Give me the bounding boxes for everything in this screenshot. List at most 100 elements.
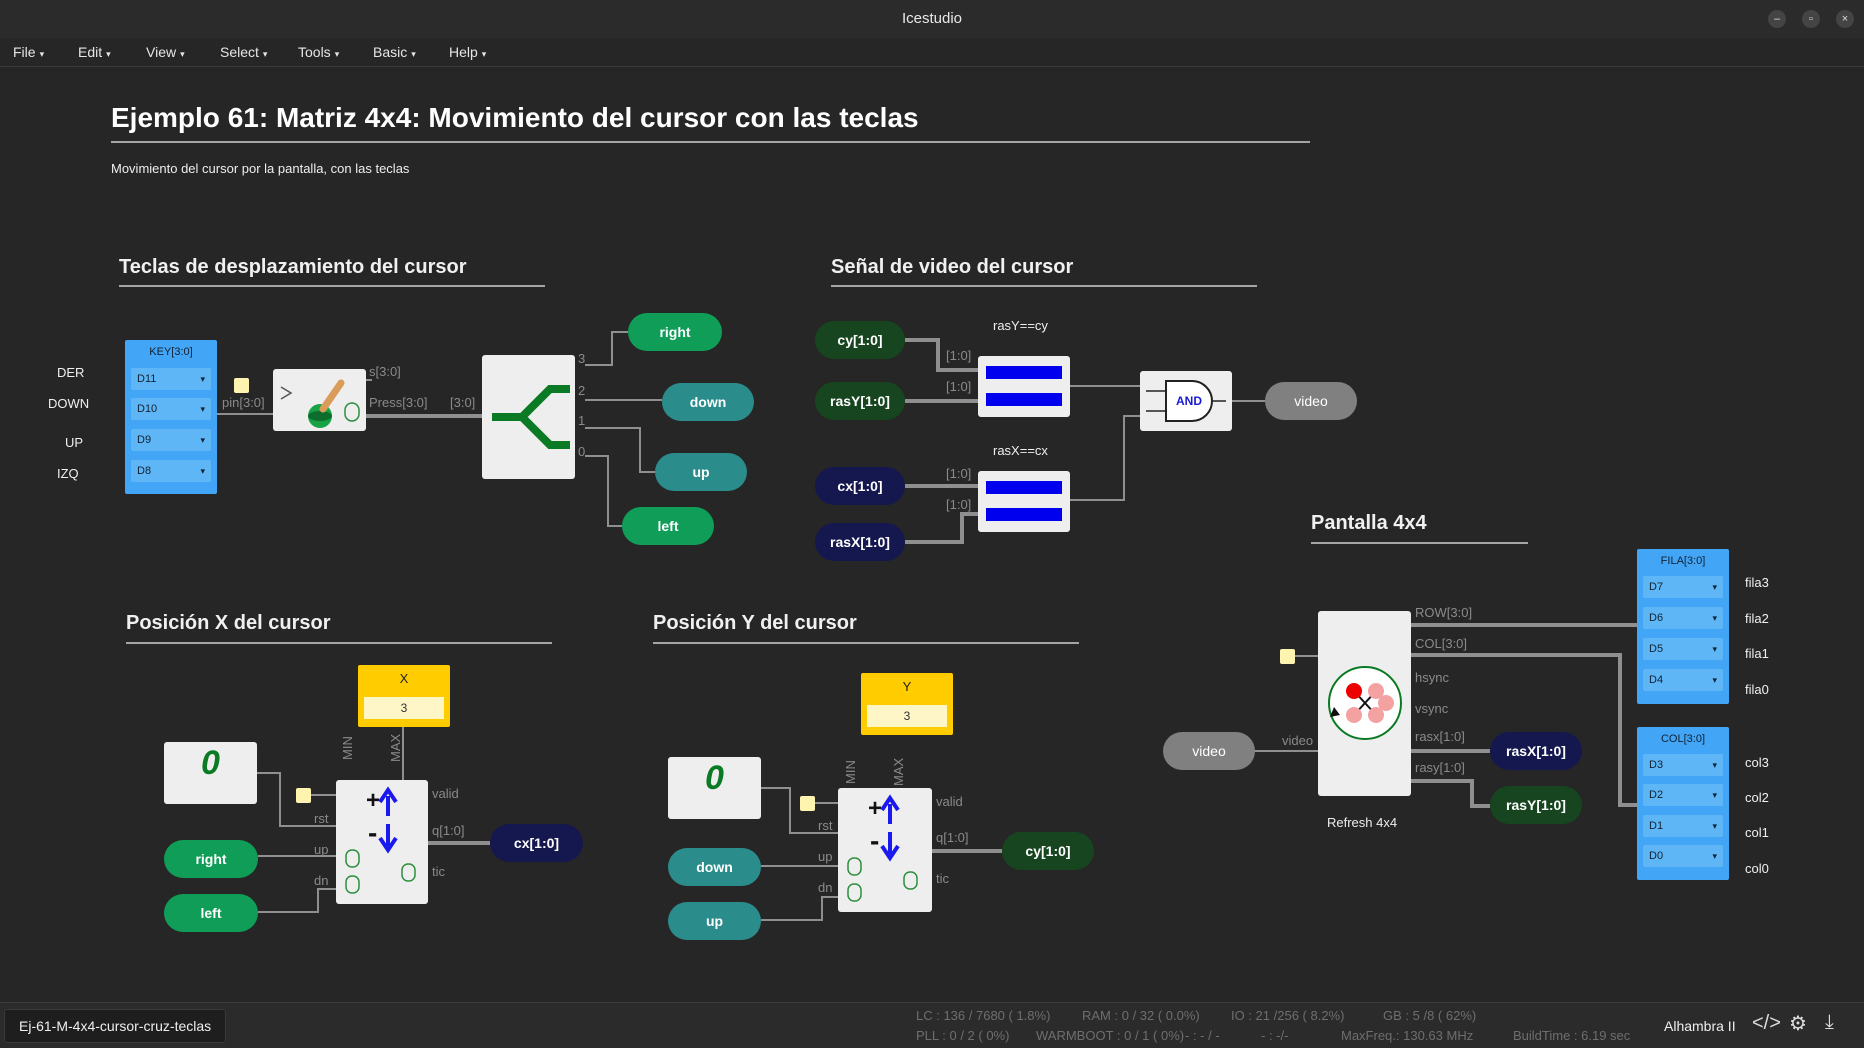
port-hsync: hsync — [1415, 670, 1449, 685]
label-down[interactable]: down — [662, 383, 754, 421]
constant-x-value[interactable]: 3 — [364, 697, 444, 719]
wire-label-split-in: [3:0] — [450, 395, 476, 410]
gear-icon[interactable]: ⚙ — [1789, 1011, 1807, 1036]
page-description: Movimiento del cursor por la pantalla, c… — [111, 161, 410, 176]
label-right-x[interactable]: right — [164, 840, 258, 878]
pin-select-col3[interactable]: D3 ▾ — [1643, 754, 1723, 776]
file-tab[interactable]: Ej-61-M-4x4-cursor-cruz-teclas — [4, 1009, 227, 1043]
key-label-der: DER — [57, 365, 85, 380]
pin-select-col0[interactable]: D0 ▾ — [1643, 845, 1723, 867]
page-title: Ejemplo 61: Matriz 4x4: Movimiento del c… — [111, 102, 919, 133]
label-rasX-out[interactable]: rasX[1:0] — [1490, 732, 1582, 770]
section-title-keys: Teclas de desplazamiento del cursor — [119, 256, 467, 278]
pin-select-fila1[interactable]: D5 ▾ — [1643, 638, 1723, 660]
label-cy-out[interactable]: cy[1:0] — [1002, 832, 1094, 870]
pin-select-der[interactable]: D11 ▾ — [131, 368, 211, 390]
port-valid-y: valid — [936, 794, 963, 809]
svg-text:+: + — [366, 787, 380, 814]
bus-label-3: [1:0] — [946, 466, 972, 481]
fila3-label: fila3 — [1745, 575, 1769, 590]
col3-label: col3 — [1745, 755, 1769, 770]
clock-input-x[interactable] — [296, 788, 311, 803]
port-min-y: MIN — [843, 760, 858, 784]
pin-select-col2[interactable]: D2 ▾ — [1643, 784, 1723, 806]
upload-icon[interactable]: ⤓ — [1825, 1011, 1834, 1034]
refresh-block[interactable] — [1318, 611, 1411, 796]
pin-select-down[interactable]: D10 ▾ — [131, 398, 211, 420]
port-rst-x: rst — [314, 811, 329, 826]
constant-y[interactable]: Y 3 — [861, 673, 953, 735]
pin-select-izq[interactable]: D8 ▾ — [131, 460, 211, 482]
constant-x[interactable]: X 3 — [358, 665, 450, 727]
label-cx[interactable]: cx[1:0] — [815, 467, 905, 505]
port-max-y: MAX — [891, 757, 906, 786]
col-output-block[interactable]: COL[3:0] D3 ▾ D2 ▾ D1 ▾ D0 ▾ — [1637, 727, 1729, 880]
zero-constant-y[interactable]: 0 — [668, 757, 761, 819]
cmp-y-label: rasY==cy — [993, 318, 1048, 333]
splitter-icon — [492, 385, 570, 449]
label-cy[interactable]: cy[1:0] — [815, 321, 905, 359]
pin-select-fila3[interactable]: D7 ▾ — [1643, 576, 1723, 598]
zero-constant-x[interactable]: 0 — [164, 742, 257, 804]
key-input-title: KEY[3:0] — [149, 346, 193, 358]
constant-y-value[interactable]: 3 — [867, 705, 947, 727]
matrix-refresh-icon — [1328, 666, 1402, 740]
clock-input-screen[interactable] — [1280, 649, 1295, 664]
section-title-video: Señal de video del cursor — [831, 256, 1074, 278]
equal-icon-bottom — [986, 508, 1062, 521]
code-icon[interactable]: </> — [1752, 1012, 1781, 1035]
col1-label: col1 — [1745, 825, 1769, 840]
label-left[interactable]: left — [622, 507, 714, 545]
fila1-label: fila1 — [1745, 646, 1769, 661]
stat-dash1: - : - / - — [1185, 1028, 1220, 1043]
key-label-up: UP — [65, 435, 84, 450]
key-label-izq: IZQ — [57, 466, 79, 481]
port-dn-y: dn — [818, 880, 833, 895]
label-up-y[interactable]: up — [668, 902, 761, 940]
board-selector[interactable]: Alhambra II — [1664, 1018, 1736, 1034]
compare-y-block[interactable] — [978, 356, 1070, 417]
refresh-caption: Refresh 4x4 — [1327, 815, 1398, 830]
port-q-y: q[1:0] — [936, 830, 969, 845]
pin-select-up[interactable]: D9 ▾ — [131, 429, 211, 451]
split-out-0: 0 — [578, 444, 586, 459]
svg-text:-: - — [870, 825, 879, 856]
svg-text:-: - — [368, 817, 377, 848]
label-rasY[interactable]: rasY[1:0] — [815, 382, 905, 420]
clock-input-y[interactable] — [800, 796, 815, 811]
pin-select-fila0[interactable]: D4 ▾ — [1643, 669, 1723, 691]
equal-icon-top — [986, 366, 1062, 379]
and-gate-block[interactable]: AND — [1140, 371, 1232, 431]
stat-dash2: - : -/- — [1261, 1028, 1289, 1043]
bus-label-2: [1:0] — [946, 379, 972, 394]
split-out-2: 2 — [578, 383, 586, 398]
label-rasY-out[interactable]: rasY[1:0] — [1490, 786, 1582, 824]
counter-x-block[interactable]: + - — [336, 780, 428, 904]
key-input-block[interactable]: KEY[3:0] D11 ▾ D10 ▾ D9 ▾ D8 ▾ — [125, 340, 217, 494]
label-video-in[interactable]: video — [1163, 732, 1255, 770]
label-right[interactable]: right — [628, 313, 722, 351]
button-block[interactable] — [273, 369, 366, 431]
port-vsync: vsync — [1415, 701, 1449, 716]
stat-gb: GB : 5 /8 ( 62%) — [1383, 1008, 1477, 1023]
compare-x-block[interactable] — [978, 471, 1070, 532]
clock-input[interactable] — [234, 378, 249, 393]
counter-y-block[interactable]: + - — [838, 788, 932, 912]
label-video[interactable]: video — [1265, 382, 1357, 420]
zero-icon: 0 — [201, 744, 220, 782]
pin-select-col1[interactable]: D1 ▾ — [1643, 815, 1723, 837]
label-down-y[interactable]: down — [668, 848, 761, 886]
button-press-icon — [280, 379, 360, 428]
label-rasX[interactable]: rasX[1:0] — [815, 523, 905, 561]
label-left-x[interactable]: left — [164, 894, 258, 932]
port-up-y: up — [818, 849, 833, 864]
label-cx-out[interactable]: cx[1:0] — [490, 824, 583, 862]
port-dn-x: dn — [314, 873, 329, 888]
bus-splitter-block[interactable] — [482, 355, 575, 479]
bus-label-1: [1:0] — [946, 348, 972, 363]
label-up[interactable]: up — [655, 453, 747, 491]
equal-icon-top — [986, 481, 1062, 494]
port-row: ROW[3:0] — [1415, 605, 1473, 620]
pin-select-fila2[interactable]: D6 ▾ — [1643, 607, 1723, 629]
fila-output-block[interactable]: FILA[3:0] D7 ▾ D6 ▾ D5 ▾ D4 ▾ — [1637, 549, 1729, 704]
